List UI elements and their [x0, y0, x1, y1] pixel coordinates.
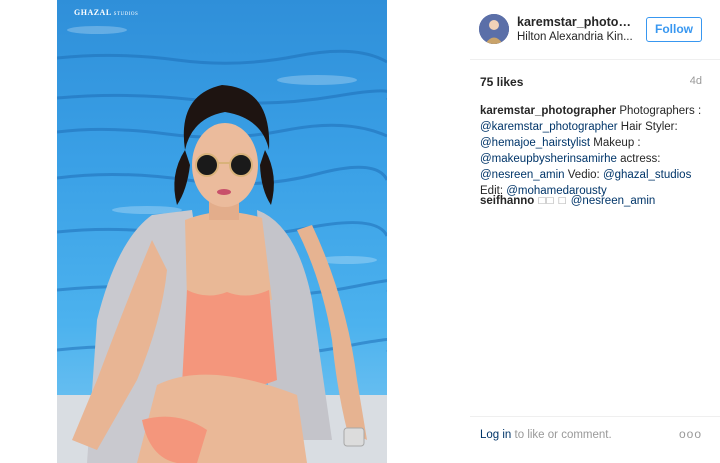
post-photo[interactable]: GHAZAL STUDIOS — [57, 0, 387, 463]
login-prompt: Log in to like or comment. — [480, 429, 612, 441]
mention-link[interactable]: @makeupbysherinsamirhe — [480, 153, 617, 165]
instagram-post: GHAZAL STUDIOS karemstar_photogr Hilton … — [0, 0, 720, 463]
footer-divider — [470, 416, 720, 417]
mention-link[interactable]: @karemstar_photographer — [480, 121, 618, 133]
post-caption: karemstar_photographer Photographers : @… — [480, 103, 705, 199]
mention-link[interactable]: @hemajoe_hairstylist — [480, 137, 590, 149]
comment-author[interactable]: seifhanno — [480, 195, 534, 207]
post-age[interactable]: 4d — [690, 75, 702, 87]
comment: seifhanno □□ □ @nesreen_amin — [480, 193, 705, 209]
mention-link[interactable]: @nesreen_amin — [480, 169, 565, 181]
avatar-photo-icon — [479, 14, 509, 44]
comment-emoji-glyphs: □□ □ — [534, 195, 571, 207]
post-location[interactable]: Hilton Alexandria Kin... — [517, 31, 637, 43]
post-sidebar: karemstar_photograp... Hilton Alexandria… — [470, 0, 720, 463]
caption-text: Vedio: — [564, 169, 603, 181]
more-options-icon[interactable]: ooo — [679, 427, 702, 441]
mention-link[interactable]: @ghazal_studios — [603, 169, 691, 181]
follow-button[interactable]: Follow — [646, 17, 702, 42]
avatar[interactable] — [479, 14, 509, 44]
caption-text: Hair Styler: — [617, 121, 678, 133]
model-figure — [57, 85, 387, 463]
caption-author[interactable]: karemstar_photographer — [480, 105, 616, 117]
mention-link[interactable]: @nesreen_amin — [571, 195, 656, 207]
caption-text: Makeup : — [590, 137, 641, 149]
post-username[interactable]: karemstar_photograp... — [517, 15, 637, 29]
likes-count[interactable]: 75 likes — [480, 75, 523, 89]
caption-text: actress: — [616, 153, 661, 165]
caption-text: Photographers : — [616, 105, 702, 117]
login-link[interactable]: Log in — [480, 429, 511, 441]
login-prompt-text: to like or comment. — [511, 429, 612, 441]
header-divider — [470, 59, 720, 60]
